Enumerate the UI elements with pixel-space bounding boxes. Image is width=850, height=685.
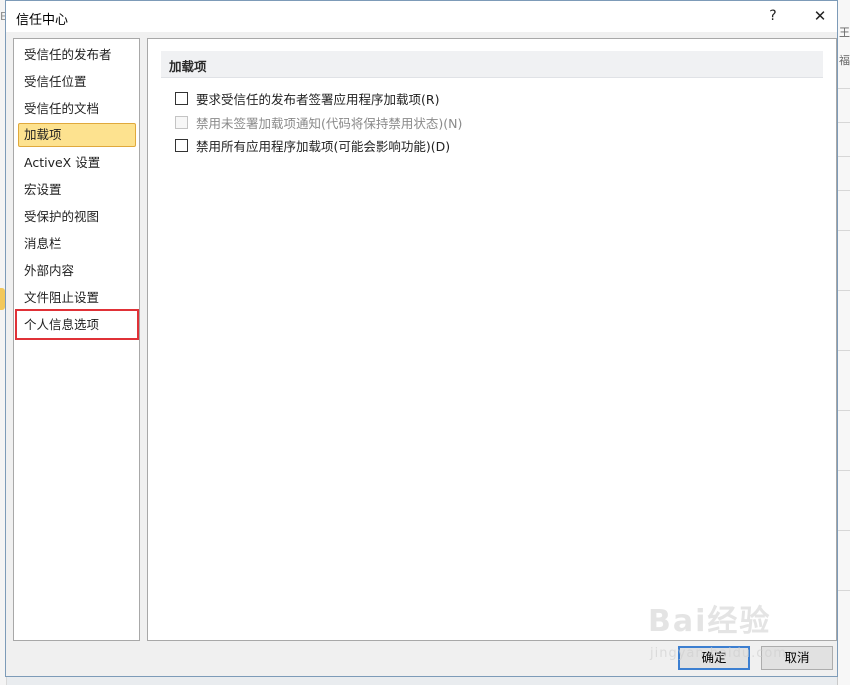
background-line [838,190,850,191]
sidebar-item-trusted-documents[interactable]: 受信任的文档 [18,97,136,121]
disable-unsigned-notification-label: 禁用未签署加载项通知(代码将保持禁用状态)(N) [196,115,463,131]
help-button[interactable]: ? [758,4,788,28]
sidebar-item-message-bar[interactable]: 消息栏 [18,232,136,256]
add-ins-settings-panel: 加载项 要求受信任的发布者签署应用程序加载项(R) 禁用未签署加载项通知(代码将… [147,38,837,641]
disable-all-add-ins-checkbox[interactable] [175,138,188,152]
background-line [838,470,850,471]
background-line [838,530,850,531]
background-line [838,230,850,231]
require-signed-add-ins-option[interactable]: 要求受信任的发布者签署应用程序加载项(R) [175,89,439,107]
background-line [838,350,850,351]
require-signed-add-ins-label: 要求受信任的发布者签署应用程序加载项(R) [196,91,440,107]
sidebar-item-trusted-publishers[interactable]: 受信任的发布者 [18,43,136,67]
background-line [838,88,850,89]
background-glyph: 王 [839,26,850,39]
background-line [838,156,850,157]
sidebar-item-add-ins[interactable]: 加载项 [18,123,136,147]
watermark-url: jingyan.baidu.com [650,646,787,661]
disable-all-add-ins-option[interactable]: 禁用所有应用程序加载项(可能会影响功能)(D) [175,136,450,154]
window-title: 信任中心 [16,13,69,28]
background-glyph: 福 [839,54,850,67]
disable-unsigned-notification-checkbox [175,115,188,129]
background-line [838,290,850,291]
section-header: 加载项 [161,51,823,78]
close-button[interactable]: ✕ [805,4,835,28]
disable-unsigned-notification-option: 禁用未签署加载项通知(代码将保持禁用状态)(N) [175,113,462,131]
disable-all-add-ins-label: 禁用所有应用程序加载项(可能会影响功能)(D) [196,138,451,154]
background-line [838,410,850,411]
category-sidebar: 受信任的发布者 受信任位置 受信任的文档 加载项 ActiveX 设置 宏设置 … [13,38,140,641]
background-line [838,122,850,123]
sidebar-item-external-content[interactable]: 外部内容 [18,259,136,283]
sidebar-item-activex-settings[interactable]: ActiveX 设置 [18,151,136,175]
sidebar-item-trusted-locations[interactable]: 受信任位置 [18,70,136,94]
sidebar-item-privacy-options[interactable]: 个人信息选项 [15,309,139,340]
sidebar-item-protected-view[interactable]: 受保护的视图 [18,205,136,229]
watermark-logo: Bai经验 [648,604,772,639]
trust-center-dialog: 信任中心 ? ✕ 受信任的发布者 受信任位置 受信任的文档 加载项 Active… [5,0,838,677]
background-line [838,590,850,591]
title-bar[interactable]: 信任中心 ? ✕ [6,1,837,32]
section-title: 加载项 [169,59,207,74]
sidebar-item-macro-settings[interactable]: 宏设置 [18,178,136,202]
background-app-right-strip: 王 福 [837,0,850,685]
sidebar-item-file-block-settings[interactable]: 文件阻止设置 [18,286,136,310]
require-signed-add-ins-checkbox[interactable] [175,91,188,105]
